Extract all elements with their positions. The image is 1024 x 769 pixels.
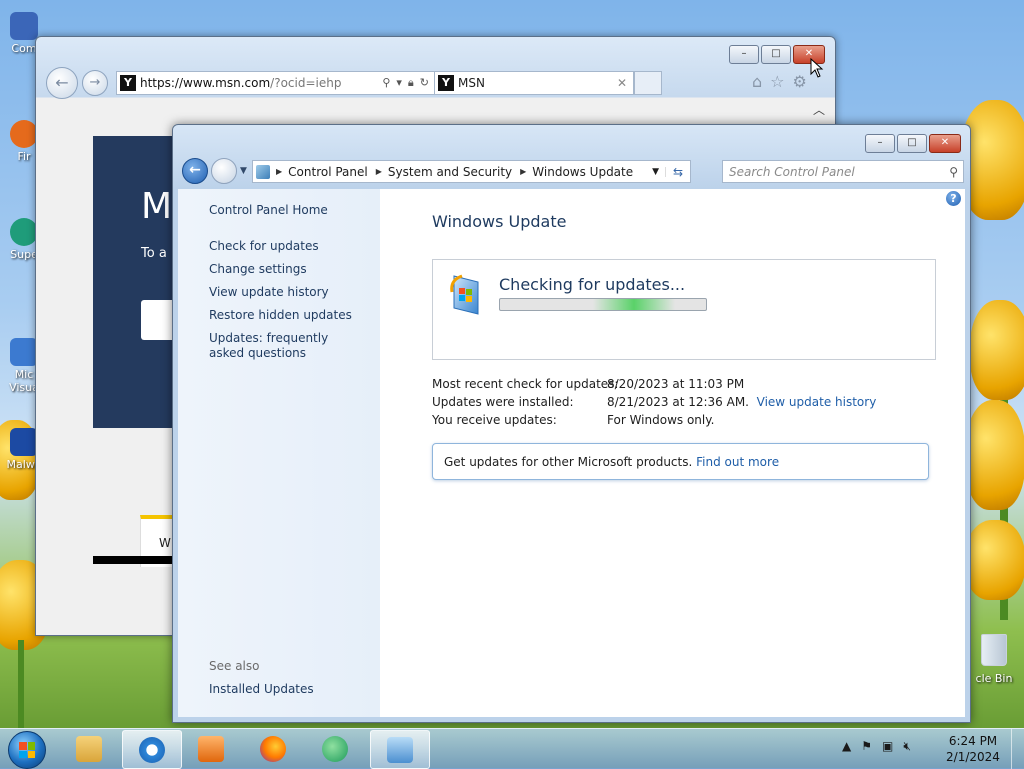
notification-area: ▲ ⚑ ▣ 🔇︎: [842, 739, 911, 754]
breadcrumb-system-security[interactable]: System and Security: [388, 165, 512, 179]
help-icon[interactable]: ?: [946, 191, 961, 206]
control-panel-icon: [387, 736, 413, 763]
back-button[interactable]: ←: [46, 67, 78, 99]
action-center-flag-icon[interactable]: ⚑: [861, 739, 872, 754]
search-icon[interactable]: ⚲: [949, 165, 963, 179]
sidebar-item-installed-updates[interactable]: Installed Updates: [209, 682, 314, 697]
gear-icon[interactable]: ⚙: [793, 72, 807, 91]
breadcrumb-control-panel[interactable]: Control Panel: [288, 165, 368, 179]
taskbar-app[interactable]: [306, 730, 364, 767]
other-products-banner: Get updates for other Microsoft products…: [432, 443, 929, 480]
forward-arrow-icon: →: [89, 75, 101, 90]
refresh-icon[interactable]: ⇆: [666, 165, 690, 179]
page-title: Windows Update: [432, 212, 567, 231]
app-icon: [10, 218, 38, 246]
favorites-star-icon[interactable]: ☆: [770, 72, 784, 91]
windows-logo-icon: [19, 742, 35, 758]
wu-caption-buttons: – □ ✕: [865, 134, 961, 153]
close-button[interactable]: ✕: [929, 134, 961, 153]
lock-icon[interactable]: 🔒︎: [408, 76, 414, 90]
status-text: Checking for updates...: [499, 275, 686, 294]
recycle-bin-icon: [981, 634, 1007, 666]
sidebar: Control Panel Home Check for updates Cha…: [178, 189, 380, 717]
address-url[interactable]: https://www.msn.com/?ocid=iehp: [140, 76, 382, 90]
close-tab-icon[interactable]: ✕: [617, 76, 633, 90]
maximize-button[interactable]: □: [761, 45, 791, 64]
windows-update-icon: [450, 274, 479, 315]
show-hidden-icons-icon[interactable]: ▲: [842, 739, 851, 754]
search-icon[interactable]: ⚲: [382, 76, 390, 90]
firefox-icon: [10, 120, 38, 148]
sidebar-item-change-settings[interactable]: Change settings: [209, 262, 307, 277]
clock[interactable]: 6:24 PM 2/1/2024: [938, 733, 1008, 765]
sidebar-item-restore-hidden[interactable]: Restore hidden updates: [209, 308, 352, 323]
see-also-heading: See also: [209, 659, 260, 673]
mouse-cursor-icon: [810, 58, 824, 78]
recent-check-row: Most recent check for updates:8/20/2023 …: [432, 377, 745, 391]
refresh-icon[interactable]: ↻: [420, 76, 429, 90]
ie-nav-buttons: ← →: [46, 67, 108, 99]
control-panel-icon: [256, 164, 270, 179]
windows-update-window[interactable]: – □ ✕ ← ▼ ▶ Control Panel ▶ System and S…: [172, 124, 971, 723]
taskbar-explorer[interactable]: [60, 730, 118, 767]
search-input[interactable]: Search Control Panel ⚲: [722, 160, 964, 183]
taskbar-firefox[interactable]: [244, 730, 302, 767]
home-icon[interactable]: ⌂: [752, 72, 762, 91]
computer-icon: [10, 12, 38, 40]
msn-favicon-icon: Y: [438, 75, 454, 91]
msn-footer-bar: [93, 556, 183, 564]
forward-button[interactable]: [211, 158, 237, 184]
minimize-button[interactable]: –: [729, 45, 759, 64]
minimize-button[interactable]: –: [865, 134, 895, 153]
chevron-down-icon[interactable]: ▾: [396, 76, 402, 90]
show-desktop-button[interactable]: [1011, 729, 1024, 769]
tab-msn[interactable]: Y MSN ✕: [434, 71, 634, 95]
taskbar-control-panel[interactable]: [370, 730, 430, 769]
sidebar-item-view-history[interactable]: View update history: [209, 285, 329, 300]
malwarebytes-icon: [10, 428, 38, 456]
view-update-history-link[interactable]: View update history: [757, 395, 877, 409]
internet-explorer-icon: [139, 736, 165, 763]
breadcrumb[interactable]: ▶ Control Panel ▶ System and Security ▶ …: [252, 160, 691, 183]
progress-bar: [499, 298, 707, 311]
folder-icon: [76, 735, 102, 762]
update-status-box: Checking for updates...: [432, 259, 936, 360]
recent-pages-dropdown-icon[interactable]: ▼: [240, 166, 247, 176]
network-icon[interactable]: ▣: [882, 739, 893, 754]
taskbar-media-player[interactable]: [182, 730, 240, 767]
desktop-icon-recycle-bin[interactable]: cle Bin: [964, 634, 1024, 685]
chevron-up-icon[interactable]: ︿: [813, 101, 825, 118]
back-button[interactable]: ←: [182, 158, 208, 184]
taskbar: ▲ ⚑ ▣ 🔇︎ 6:24 PM 2/1/2024: [0, 728, 1024, 769]
start-button[interactable]: [8, 731, 46, 769]
receive-row: You receive updates: For Windows only.: [432, 413, 715, 427]
new-tab-button[interactable]: [634, 71, 662, 95]
maximize-button[interactable]: □: [897, 134, 927, 153]
back-arrow-icon: ←: [55, 73, 69, 92]
back-arrow-icon: ←: [189, 162, 201, 178]
sidebar-item-faq[interactable]: Updates: frequently asked questions: [209, 331, 359, 361]
installed-row: Updates were installed: 8/21/2023 at 12:3…: [432, 395, 877, 409]
msn-banner: M To a: [93, 136, 183, 428]
address-bar[interactable]: Y https://www.msn.com/?ocid=iehp ⚲ ▾ 🔒︎ …: [116, 71, 435, 95]
find-out-more-link[interactable]: Find out more: [696, 455, 779, 469]
progress-marquee: [592, 299, 676, 310]
media-player-icon: [198, 735, 224, 762]
sidebar-item-check-updates[interactable]: Check for updates: [209, 239, 319, 254]
msn-favicon-icon: Y: [120, 75, 136, 91]
taskbar-internet-explorer[interactable]: [122, 730, 182, 769]
breadcrumb-windows-update[interactable]: Windows Update: [532, 165, 633, 179]
app-icon: [322, 735, 348, 762]
wu-content-area: Control Panel Home Check for updates Cha…: [178, 189, 965, 717]
forward-button[interactable]: →: [82, 70, 108, 96]
firefox-icon: [260, 735, 286, 762]
volume-muted-icon[interactable]: 🔇︎: [903, 739, 911, 754]
sidebar-item-control-panel-home[interactable]: Control Panel Home: [209, 203, 328, 218]
chevron-down-icon[interactable]: ▼: [646, 166, 666, 177]
visual-studio-icon: [10, 338, 38, 366]
